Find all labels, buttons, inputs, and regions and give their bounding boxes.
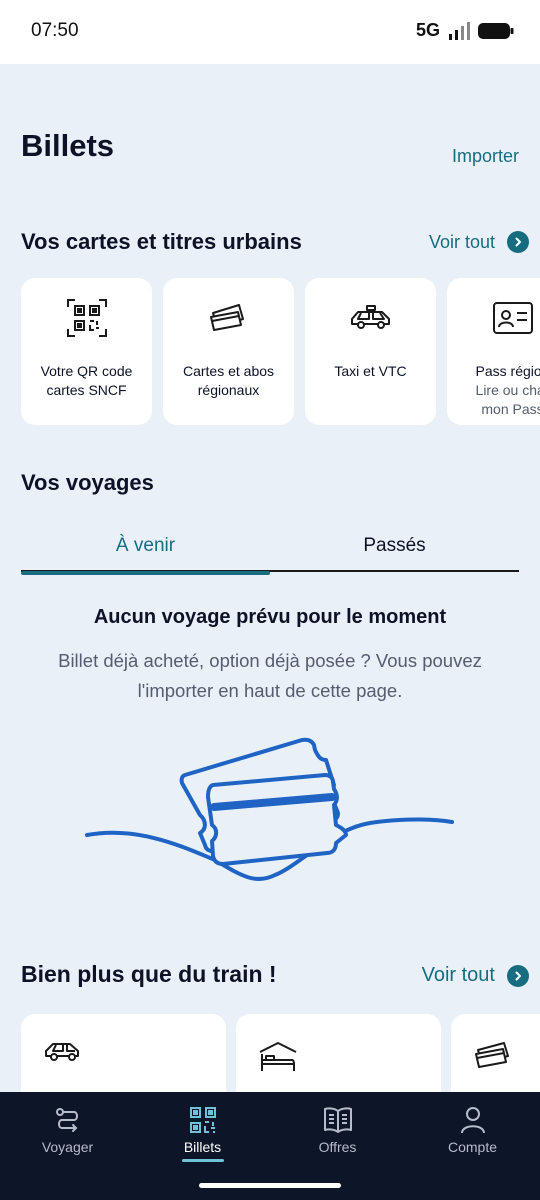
cards-icon [163,298,294,338]
urban-cards-row: Votre QR code cartes SNCF Cartes et abos… [21,278,540,426]
card-title: Votre QR code cartes SNCF [40,363,133,398]
regional-pass-card[interactable]: Pass région Lire ou char mon Pass [447,278,540,425]
nav-item-voyager[interactable]: Voyager [0,1092,135,1172]
route-icon [55,1108,78,1132]
more-see-all-link[interactable]: Voir tout [422,964,529,987]
taxi-card[interactable]: Taxi et VTC [305,278,436,425]
nav-item-billets[interactable]: Billets [135,1092,270,1172]
network-label: 5G [415,20,440,40]
bed-icon [259,1042,297,1071]
cards-promo-card[interactable] [451,1014,540,1104]
qr-code-icon [189,1107,216,1133]
nav-label: Voyager [41,1139,94,1155]
status-time: 07:50 [31,20,79,41]
urban-section-title: Vos cartes et titres urbains [21,229,302,254]
import-link[interactable]: Importer [452,146,519,167]
tab-upcoming[interactable]: À venir [21,520,270,575]
regional-cards-card[interactable]: Cartes et abos régionaux [163,278,294,425]
status-icons: 5G [416,20,514,41]
card-title: Pass région [475,363,540,379]
nav-label: Compte [447,1139,498,1155]
see-all-label: Voir tout [421,964,495,986]
hotel-card[interactable] [236,1014,441,1104]
chevron-right-icon [507,964,529,987]
car-icon [45,1043,79,1061]
nav-item-compte[interactable]: Compte [405,1092,540,1172]
battery-icon [478,22,514,39]
page-title: Billets [21,128,115,163]
taxi-icon [305,298,436,338]
nav-active-indicator [181,1159,224,1162]
more-section-title: Bien plus que du train ! [21,961,277,987]
more-cards-row [21,1014,540,1104]
id-card-icon [447,298,540,338]
home-indicator [199,1183,341,1188]
car-rental-card[interactable] [21,1014,226,1104]
tab-past[interactable]: Passés [270,520,519,572]
qr-code-card[interactable]: Votre QR code cartes SNCF [21,278,152,425]
cards-icon [475,1042,509,1068]
urban-see-all-link[interactable]: Voir tout [429,231,529,253]
nav-item-offres[interactable]: Offres [270,1092,405,1172]
qr-code-icon [21,298,152,338]
card-title: Taxi et VTC [334,363,407,379]
card-title: Cartes et abos régionaux [182,363,275,398]
trips-tabs: À venir Passés [21,520,519,575]
tab-label: Passés [363,535,426,556]
card-subtitle: Lire ou char mon Pass [475,382,540,417]
see-all-label: Voir tout [428,231,495,252]
trips-section-title: Vos voyages [21,470,154,495]
signal-icon [449,21,470,40]
book-icon [323,1107,352,1133]
chevron-right-icon [507,231,529,253]
tickets-illustration [85,737,454,881]
nav-label: Billets [183,1139,222,1155]
user-icon [460,1107,485,1134]
status-bar: 07:50 5G [0,0,540,64]
tab-active-indicator [21,571,270,575]
empty-state-text: Billet déjà acheté, option déjà posée ? … [58,650,482,701]
nav-label: Offres [318,1139,357,1155]
tab-label: À venir [115,535,176,556]
empty-state-title: Aucun voyage prévu pour le moment [93,606,447,628]
